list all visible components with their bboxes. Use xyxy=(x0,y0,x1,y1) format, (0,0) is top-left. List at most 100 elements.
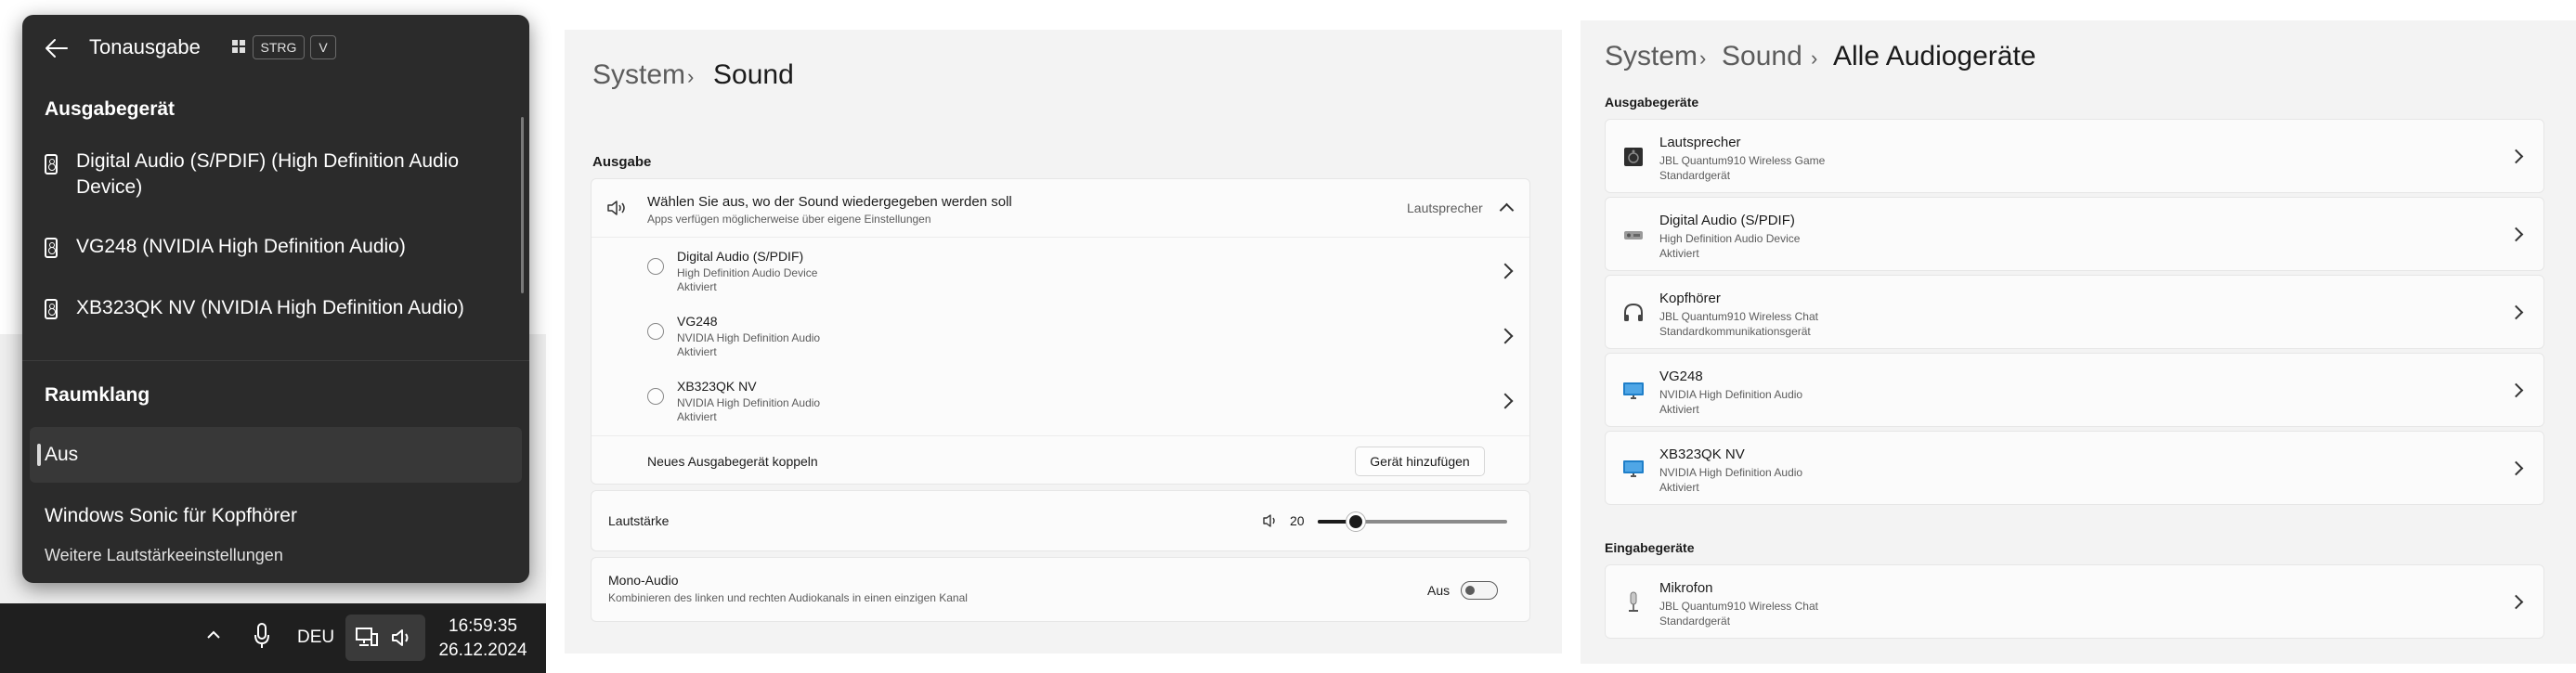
output-option-status: Aktiviert xyxy=(677,345,717,358)
output-device-heading: Ausgabegerät xyxy=(45,98,176,120)
language-indicator[interactable]: DEU xyxy=(297,628,334,648)
speaker-icon xyxy=(607,201,625,215)
breadcrumb-system[interactable]: System xyxy=(592,59,685,91)
add-device-button[interactable]: Gerät hinzufügen xyxy=(1355,447,1485,476)
chevron-right-icon xyxy=(2508,304,2524,320)
output-option-name: VG248 xyxy=(677,314,718,329)
output-choose-label: Wählen Sie aus, wo der Sound wiedergegeb… xyxy=(647,194,1012,210)
clock-time: 16:59:35 xyxy=(449,616,517,636)
volume-slider[interactable] xyxy=(1318,511,1507,532)
speaker-box-icon xyxy=(1624,148,1643,166)
device-desc: JBL Quantum910 Wireless Chat xyxy=(1659,600,1818,613)
shortcut-key-strg: STRG xyxy=(253,35,305,59)
divider xyxy=(592,435,1529,436)
back-arrow-icon[interactable] xyxy=(45,37,69,59)
chevron-right-icon xyxy=(2508,382,2524,398)
sound-settings-page: System › Sound Ausgabe Wählen Sie aus, w… xyxy=(565,30,1562,654)
device-desc: NVIDIA High Definition Audio xyxy=(1659,466,1803,479)
flyout-header: Tonausgabe STRG V xyxy=(22,15,529,82)
output-option-row[interactable]: VG248 NVIDIA High Definition Audio Aktiv… xyxy=(592,303,1529,368)
flyout-divider xyxy=(22,360,529,361)
chevron-right-icon xyxy=(2508,460,2524,476)
shortcut-key-v: V xyxy=(310,35,336,59)
device-status: Standardkommunikationsgerät xyxy=(1659,325,1811,338)
device-name: VG248 xyxy=(1659,369,1703,384)
input-devices-title: Eingabegeräte xyxy=(1605,540,1695,555)
output-option-desc: NVIDIA High Definition Audio xyxy=(677,396,821,409)
more-volume-settings-link[interactable]: Weitere Lautstärkeeinstellungen xyxy=(45,546,283,565)
breadcrumb-separator: › xyxy=(1811,46,1818,70)
breadcrumb-system[interactable]: System xyxy=(1605,41,1698,72)
spatial-sound-heading: Raumklang xyxy=(45,384,150,406)
output-radio[interactable] xyxy=(647,258,664,275)
flyout-device-item[interactable]: VG248 (NVIDIA High Definition Audio) xyxy=(22,234,475,260)
page-title: Sound xyxy=(713,59,794,90)
output-option-status: Aktiviert xyxy=(677,280,717,293)
breadcrumb-separator: › xyxy=(1699,46,1707,70)
output-option-status: Aktiviert xyxy=(677,410,717,423)
device-card[interactable]: Lautsprecher JBL Quantum910 Wireless Gam… xyxy=(1605,119,2544,193)
current-output-value: Lautsprecher xyxy=(1407,201,1483,215)
device-card[interactable]: Digital Audio (S/PDIF) High Definition A… xyxy=(1605,197,2544,271)
clock[interactable]: 16:59:35 26.12.2024 xyxy=(433,615,533,663)
device-status: Standardgerät xyxy=(1659,615,1731,628)
output-expander-header[interactable]: Wählen Sie aus, wo der Sound wiedergegeb… xyxy=(592,179,1529,237)
chevron-right-icon xyxy=(1497,393,1514,409)
chevron-right-icon xyxy=(2508,226,2524,242)
device-name: Mikrofon xyxy=(1659,580,1713,596)
breadcrumb-sound[interactable]: Sound xyxy=(1722,41,1802,72)
page-title: Alle Audiogeräte xyxy=(1833,41,2036,71)
mono-audio-state: Aus xyxy=(1427,583,1451,598)
speaker-icon[interactable] xyxy=(1262,513,1279,528)
windows-logo-icon xyxy=(232,40,245,53)
device-status: Aktiviert xyxy=(1659,481,1699,494)
output-option-name: XB323QK NV xyxy=(677,379,757,394)
device-name: Kopfhörer xyxy=(1659,291,1721,306)
output-devices-title: Ausgabegeräte xyxy=(1605,95,1699,110)
pair-new-device-label: Neues Ausgabegerät koppeln xyxy=(647,454,818,469)
output-radio[interactable] xyxy=(647,323,664,340)
device-card[interactable]: XB323QK NV NVIDIA High Definition Audio … xyxy=(1605,431,2544,505)
all-audio-devices-page: System › Sound › Alle Audiogeräte Ausgab… xyxy=(1581,20,2576,664)
output-option-desc: NVIDIA High Definition Audio xyxy=(677,331,821,344)
device-desc: JBL Quantum910 Wireless Chat xyxy=(1659,310,1818,323)
chevron-right-icon xyxy=(1497,328,1514,344)
flyout-device-item[interactable]: XB323QK NV (NVIDIA High Definition Audio… xyxy=(22,295,475,321)
mono-audio-toggle[interactable] xyxy=(1461,581,1498,600)
device-status: Standardgerät xyxy=(1659,169,1731,182)
flyout-device-item[interactable]: Digital Audio (S/PDIF) (High Definition … xyxy=(22,149,475,201)
flyout-scrollbar[interactable] xyxy=(521,117,524,293)
volume-label: Lautstärke xyxy=(608,513,670,528)
chevron-up-icon xyxy=(1499,202,1515,218)
spatial-option-windows-sonic[interactable]: Windows Sonic für Kopfhörer xyxy=(45,503,297,529)
taskbar: DEU 16:59:35 26.12.2024 xyxy=(0,603,546,673)
breadcrumb-separator: › xyxy=(687,65,695,88)
monitor-icon xyxy=(1623,460,1644,477)
monitor-icon xyxy=(1623,382,1644,399)
chevron-up-icon[interactable] xyxy=(206,628,221,642)
spatial-option-off[interactable]: Aus xyxy=(45,442,78,468)
device-card[interactable]: Mikrofon JBL Quantum910 Wireless Chat St… xyxy=(1605,564,2544,639)
digital-audio-icon xyxy=(1624,231,1643,239)
device-desc: NVIDIA High Definition Audio xyxy=(1659,388,1803,401)
mono-audio-label: Mono-Audio xyxy=(608,573,679,588)
volume-slider-thumb[interactable] xyxy=(1347,512,1365,531)
network-icon xyxy=(356,628,378,646)
output-radio[interactable] xyxy=(647,388,664,405)
output-option-row[interactable]: Digital Audio (S/PDIF) High Definition A… xyxy=(592,238,1529,303)
spatial-option-selected[interactable] xyxy=(30,427,522,483)
device-name: Lautsprecher xyxy=(1659,135,1741,150)
device-name: Digital Audio (S/PDIF) xyxy=(1659,213,1795,228)
output-choose-sub: Apps verfügen möglicherweise über eigene… xyxy=(647,213,931,226)
clock-date: 26.12.2024 xyxy=(438,641,527,660)
output-option-name: Digital Audio (S/PDIF) xyxy=(677,249,804,264)
microphone-icon[interactable] xyxy=(253,622,271,650)
chevron-right-icon xyxy=(2508,594,2524,610)
sound-output-flyout: Tonausgabe STRG V Ausgabegerät Digital A… xyxy=(22,15,529,583)
device-card[interactable]: Kopfhörer JBL Quantum910 Wireless Chat S… xyxy=(1605,275,2544,349)
output-option-row[interactable]: XB323QK NV NVIDIA High Definition Audio … xyxy=(592,368,1529,433)
mono-audio-card: Mono-Audio Kombinieren des linken und re… xyxy=(591,557,1530,622)
device-card[interactable]: VG248 NVIDIA High Definition Audio Aktiv… xyxy=(1605,353,2544,427)
device-name: XB323QK NV xyxy=(1659,447,1745,462)
quick-settings-button[interactable] xyxy=(345,615,425,661)
